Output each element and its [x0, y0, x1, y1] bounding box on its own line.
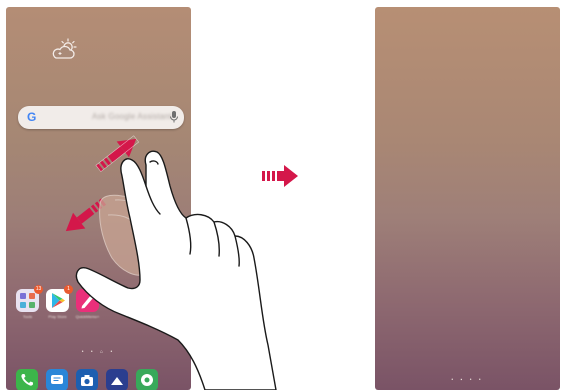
home-screen-after[interactable]: • ▪ • • [375, 7, 560, 390]
messages-app[interactable] [46, 369, 68, 390]
notification-badge: 13 [34, 285, 43, 294]
tutorial-illustration: G Ask Google Assistant 13 Tools 1 Play S… [0, 0, 564, 390]
dock [16, 369, 158, 390]
google-search-widget[interactable]: G Ask Google Assistant [18, 106, 184, 129]
search-placeholder: Ask Google Assistant [92, 112, 172, 121]
chrome-app[interactable] [136, 369, 158, 390]
microphone-icon[interactable] [169, 110, 179, 129]
page-indicator[interactable]: • ▪ • • [375, 377, 560, 383]
tools-folder[interactable]: 13 Tools [16, 285, 43, 319]
google-logo: G [27, 110, 37, 124]
quick-memo-icon [81, 295, 94, 309]
camera-icon [81, 375, 93, 386]
page-indicator[interactable]: • • ⌂ • [6, 349, 191, 355]
camera-app[interactable] [76, 369, 98, 390]
app-label: Tools [22, 314, 33, 319]
app-label: QuickMemo+ [75, 314, 100, 319]
chrome-icon [141, 374, 153, 386]
notification-badge: 1 [64, 285, 73, 294]
phone-app[interactable] [16, 369, 38, 390]
gallery-icon [111, 377, 123, 385]
app-label: Play Store [48, 314, 67, 319]
messages-icon [51, 375, 63, 384]
home-app-row: 13 Tools 1 Play Store QuickMemo+ [16, 285, 99, 319]
gallery-app[interactable] [106, 369, 128, 390]
cloud-sun-icon[interactable] [51, 37, 79, 68]
phone-icon [21, 374, 33, 386]
home-screen-before[interactable]: G Ask Google Assistant 13 Tools 1 Play S… [6, 7, 191, 390]
play-store-app[interactable]: 1 Play Store [46, 285, 73, 319]
quick-memo-app[interactable]: QuickMemo+ [76, 289, 99, 319]
right-arrow-icon [260, 163, 300, 194]
